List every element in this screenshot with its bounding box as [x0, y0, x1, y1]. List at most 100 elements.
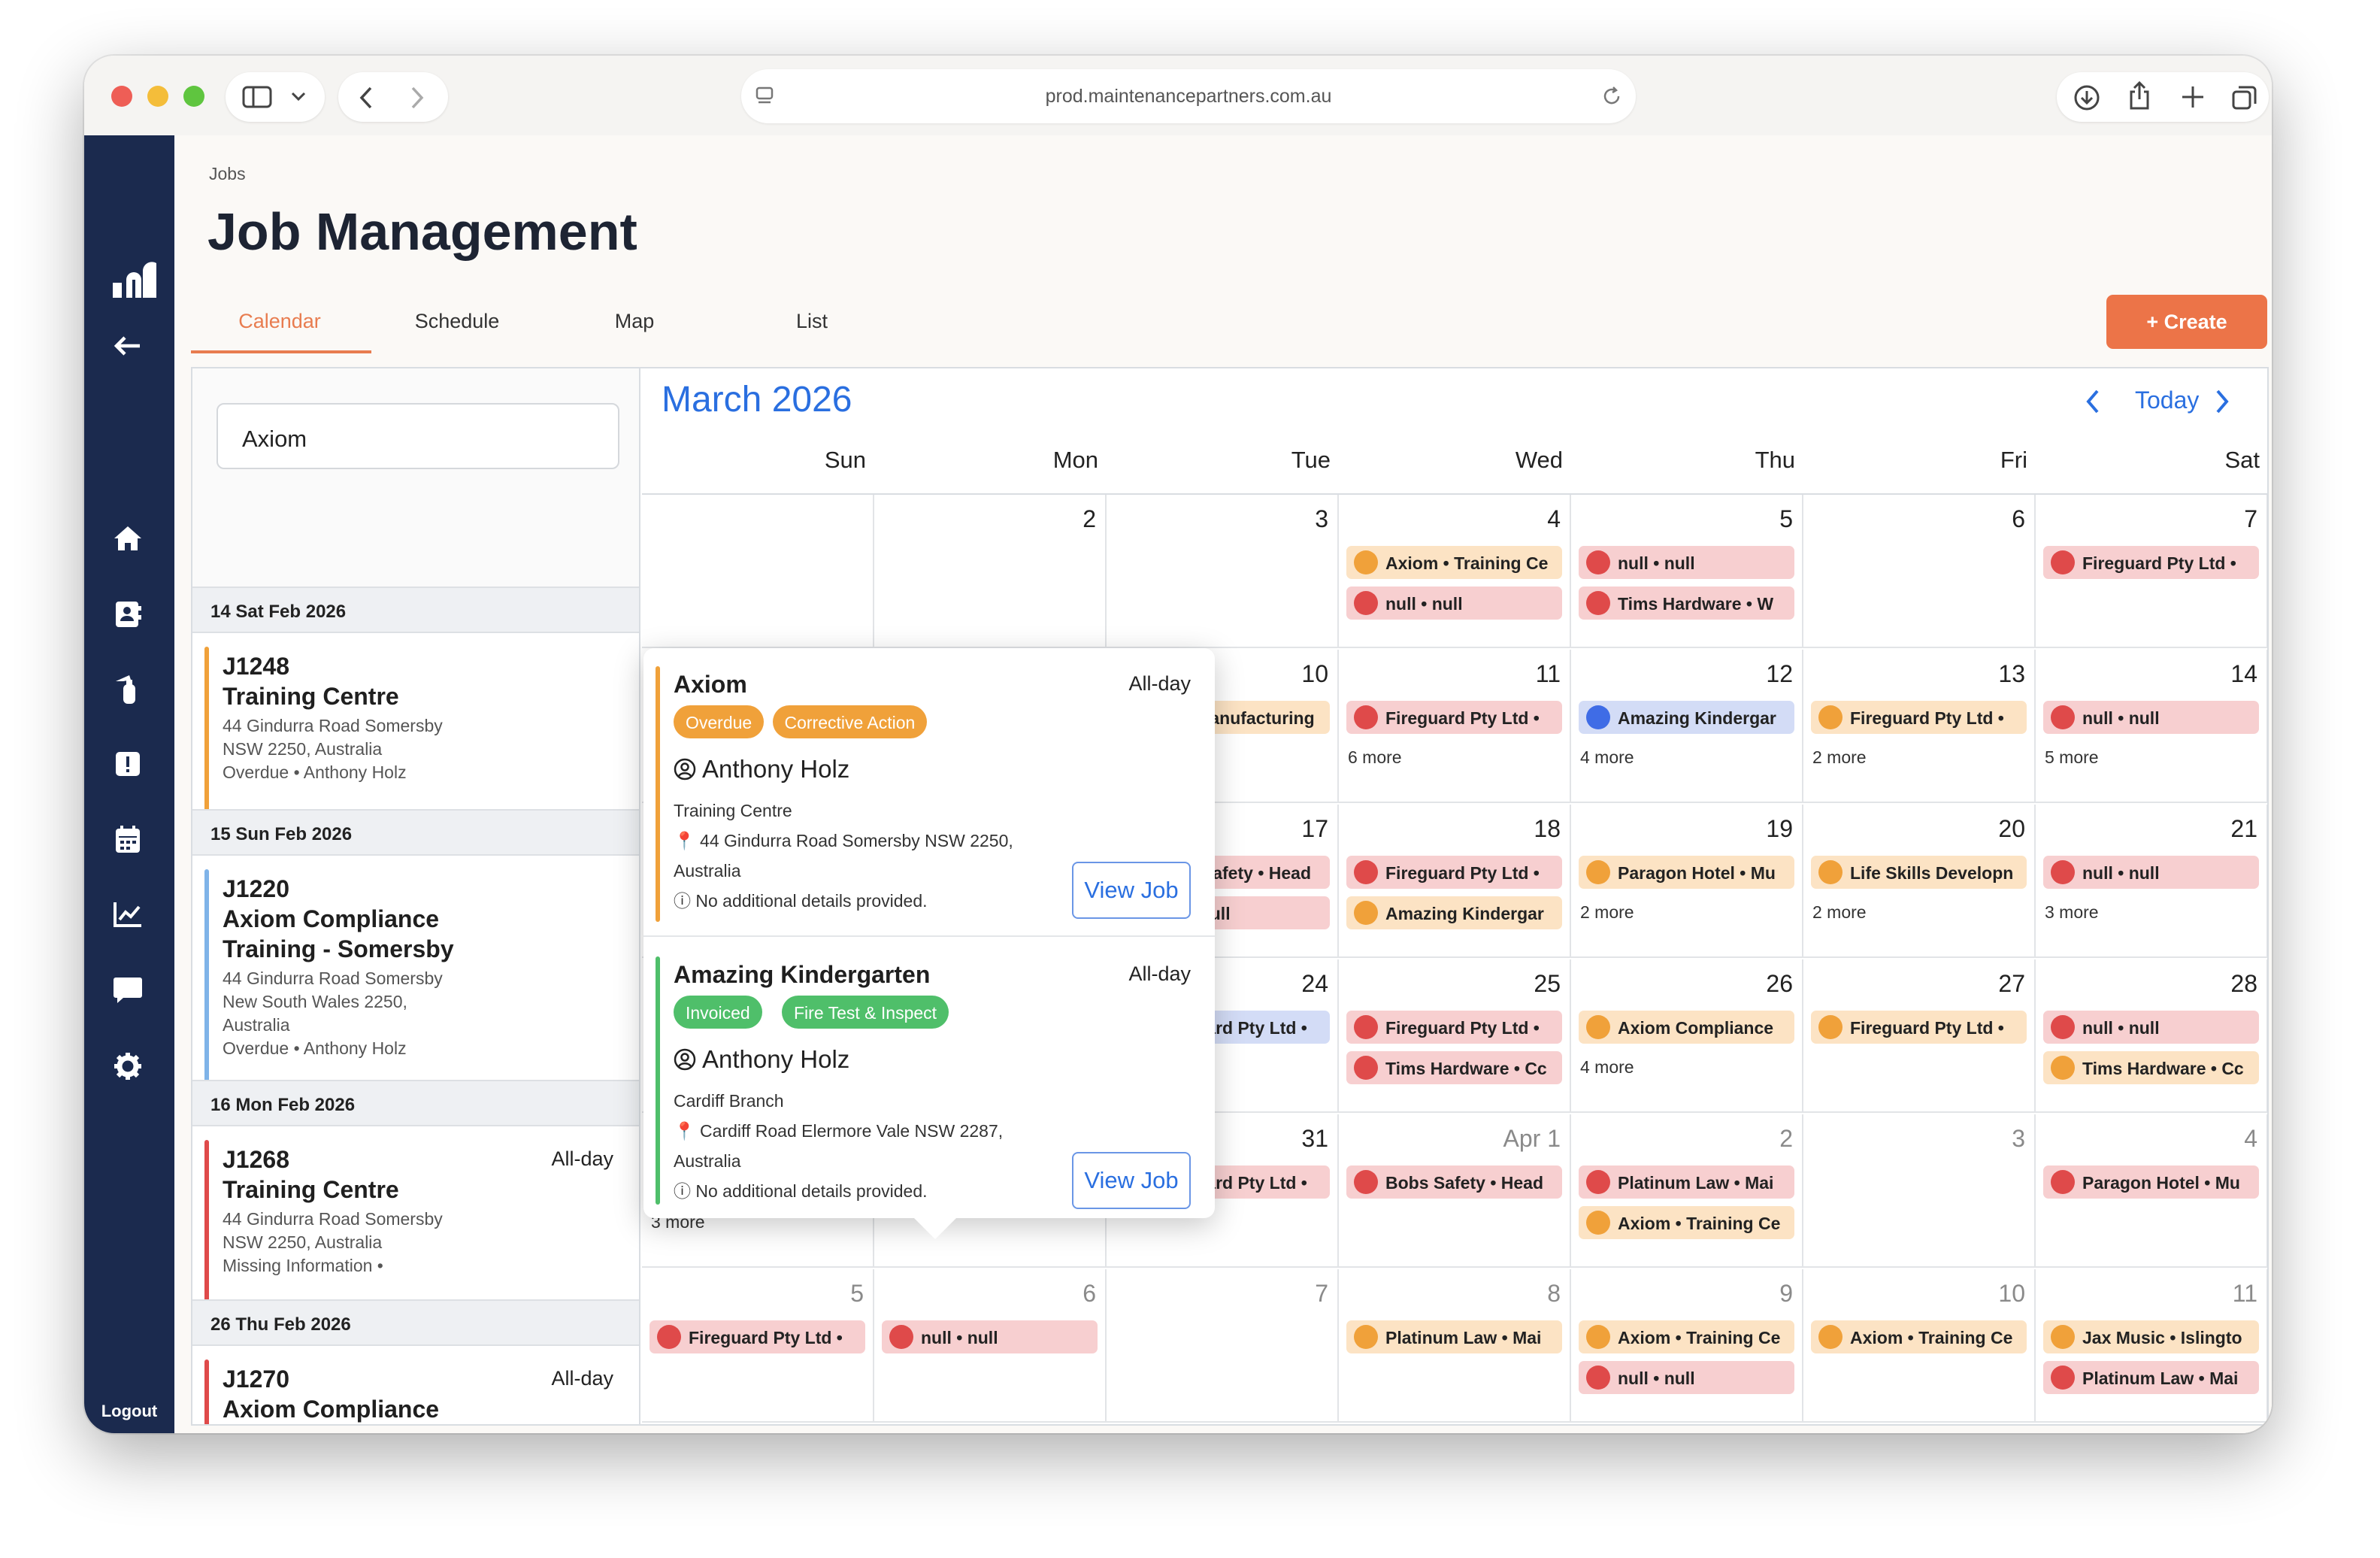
fire-extinguisher-icon[interactable] [113, 674, 143, 705]
create-button[interactable]: + Create [2106, 295, 2267, 349]
app-logo-icon[interactable] [113, 260, 158, 299]
agenda-job-card[interactable]: J1270Axiom ComplianceTraining - Somersby… [192, 1346, 639, 1424]
messages-icon[interactable] [113, 976, 143, 1005]
calendar-day[interactable]: 5 null • null Tims Hardware • W [1571, 495, 1803, 648]
previous-month-icon[interactable] [2084, 388, 2102, 415]
event-pill[interactable]: null • null [1579, 1361, 1794, 1394]
contacts-icon[interactable] [113, 600, 143, 629]
calendar-day[interactable]: 25 Fireguard Pty Ltd • Tims Hardware • Cc [1339, 959, 1571, 1113]
calendar-day[interactable]: 5 Fireguard Pty Ltd • [642, 1269, 874, 1423]
tab-calendar[interactable]: Calendar [191, 310, 368, 333]
alert-icon[interactable] [113, 750, 143, 779]
calendar-day[interactable]: 6 null • null [874, 1269, 1107, 1423]
calendar-day[interactable]: 26 Axiom Compliance 4 more [1571, 959, 1803, 1113]
calendar-day[interactable]: 21 null • null 3 more [2036, 805, 2267, 958]
event-pill[interactable]: Axiom • Training Ce [1579, 1206, 1794, 1239]
event-pill[interactable]: Life Skills Developn [1811, 856, 2027, 889]
more-events-link[interactable]: 2 more [1812, 902, 1867, 923]
event-pill[interactable]: null • null [1579, 546, 1794, 579]
back-icon[interactable] [358, 86, 376, 110]
calendar-day[interactable]: 27 Fireguard Pty Ltd • [1803, 959, 2036, 1113]
calendar-day[interactable]: 11 Jax Music • Islingto Platinum Law • Mai [2036, 1269, 2267, 1423]
event-pill[interactable]: Fireguard Pty Ltd • [650, 1320, 865, 1353]
back-arrow-icon[interactable] [113, 334, 143, 358]
reload-icon[interactable] [1601, 86, 1622, 107]
event-pill[interactable]: Paragon Hotel • Mu [1579, 856, 1794, 889]
forward-icon[interactable] [407, 86, 425, 110]
event-pill[interactable]: Tims Hardware • W [1579, 587, 1794, 620]
calendar-day[interactable]: 11 Fireguard Pty Ltd • 6 more [1339, 650, 1571, 803]
tab-schedule[interactable]: Schedule [368, 310, 546, 333]
event-pill[interactable]: Fireguard Pty Ltd • [1346, 1011, 1562, 1044]
more-events-link[interactable]: 4 more [1580, 1057, 1634, 1078]
event-pill[interactable]: Fireguard Pty Ltd • [2043, 546, 2259, 579]
event-pill[interactable]: Fireguard Pty Ltd • [1346, 856, 1562, 889]
event-pill[interactable]: Axiom • Training Ce [1346, 546, 1562, 579]
calendar-icon[interactable] [113, 824, 143, 854]
reports-chart-icon[interactable] [113, 901, 143, 928]
share-icon[interactable] [2126, 81, 2153, 111]
tab-list[interactable]: List [723, 310, 901, 333]
download-icon[interactable] [2073, 84, 2100, 111]
event-pill[interactable]: Fireguard Pty Ltd • [1811, 701, 2027, 734]
event-pill[interactable]: Axiom • Training Ce [1579, 1320, 1794, 1353]
calendar-day[interactable]: 13 Fireguard Pty Ltd • 2 more [1803, 650, 2036, 803]
event-pill[interactable]: Axiom • Training Ce [1811, 1320, 2027, 1353]
event-pill[interactable]: Amazing Kindergar [1579, 701, 1794, 734]
event-pill[interactable]: null • null [2043, 701, 2259, 734]
logout-button[interactable]: Logout [84, 1402, 174, 1421]
event-pill[interactable]: Platinum Law • Mai [1346, 1320, 1562, 1353]
calendar-day[interactable]: 10 Axiom • Training Ce [1803, 1269, 2036, 1423]
calendar-day[interactable]: 19 Paragon Hotel • Mu 2 more [1571, 805, 1803, 958]
event-pill[interactable]: Axiom Compliance [1579, 1011, 1794, 1044]
view-job-button[interactable]: View Job [1072, 862, 1191, 919]
event-pill[interactable]: null • null [882, 1320, 1098, 1353]
calendar-day[interactable]: 28 null • null Tims Hardware • Cc [2036, 959, 2267, 1113]
view-job-button[interactable]: View Job [1072, 1152, 1191, 1209]
sidebar-toggle-button[interactable] [226, 72, 325, 122]
event-pill[interactable]: Paragon Hotel • Mu [2043, 1165, 2259, 1199]
event-pill[interactable]: Platinum Law • Mai [2043, 1361, 2259, 1394]
event-pill[interactable]: Bobs Safety • Head [1346, 1165, 1562, 1199]
zoom-window-button[interactable] [183, 86, 204, 107]
calendar-day[interactable]: 8 Platinum Law • Mai [1339, 1269, 1571, 1423]
calendar-day[interactable]: 3 [1107, 495, 1339, 648]
tab-overview-icon[interactable] [2231, 84, 2258, 111]
address-bar[interactable]: prod.maintenancepartners.com.au [741, 69, 1636, 123]
event-pill[interactable]: null • null [1346, 587, 1562, 620]
today-button[interactable]: Today [2135, 386, 2199, 414]
breadcrumb[interactable]: Jobs [209, 164, 246, 184]
event-pill[interactable]: Fireguard Pty Ltd • [1811, 1011, 2027, 1044]
calendar-day[interactable]: 20 Life Skills Developn 2 more [1803, 805, 2036, 958]
calendar-day[interactable]: 7 Fireguard Pty Ltd • [2036, 495, 2267, 648]
event-pill[interactable]: Fireguard Pty Ltd • [1346, 701, 1562, 734]
settings-gear-icon[interactable] [113, 1051, 143, 1081]
event-pill[interactable]: Amazing Kindergar [1346, 896, 1562, 929]
calendar-day[interactable]: 12 Amazing Kindergar 4 more [1571, 650, 1803, 803]
agenda-job-card[interactable]: J1268 Training Centre 44 Gindurra Road Som… [192, 1126, 639, 1320]
more-events-link[interactable]: 2 more [1812, 747, 1867, 768]
more-events-link[interactable]: 6 more [1348, 747, 1402, 768]
calendar-day[interactable]: 9 Axiom • Training Ce null • null [1571, 1269, 1803, 1423]
event-pill[interactable]: Tims Hardware • Cc [2043, 1051, 2259, 1084]
calendar-day[interactable]: 6 [1803, 495, 2036, 648]
new-tab-icon[interactable] [2180, 84, 2206, 110]
more-events-link[interactable]: 2 more [1580, 902, 1634, 923]
tab-map[interactable]: Map [546, 310, 723, 333]
more-events-link[interactable]: 3 more [2045, 902, 2099, 923]
minimize-window-button[interactable] [147, 86, 168, 107]
event-pill[interactable]: null • null [2043, 856, 2259, 889]
calendar-day[interactable]: 4 Axiom • Training Ce null • null [1339, 495, 1571, 648]
calendar-day[interactable]: Apr 1 Bobs Safety • Head [1339, 1114, 1571, 1268]
calendar-day[interactable]: 2 Platinum Law • Mai Axiom • Training Ce [1571, 1114, 1803, 1268]
more-events-link[interactable]: 5 more [2045, 747, 2099, 768]
calendar-day[interactable]: 4 Paragon Hotel • Mu [2036, 1114, 2267, 1268]
home-icon[interactable] [113, 525, 143, 552]
event-pill[interactable]: Platinum Law • Mai [1579, 1165, 1794, 1199]
next-month-icon[interactable] [2213, 388, 2231, 415]
calendar-day[interactable]: 2 [874, 495, 1107, 648]
search-input[interactable]: Axiom [217, 403, 619, 469]
event-pill[interactable]: Jax Music • Islingto [2043, 1320, 2259, 1353]
calendar-day[interactable] [642, 495, 874, 648]
calendar-day[interactable]: 7 [1107, 1269, 1339, 1423]
